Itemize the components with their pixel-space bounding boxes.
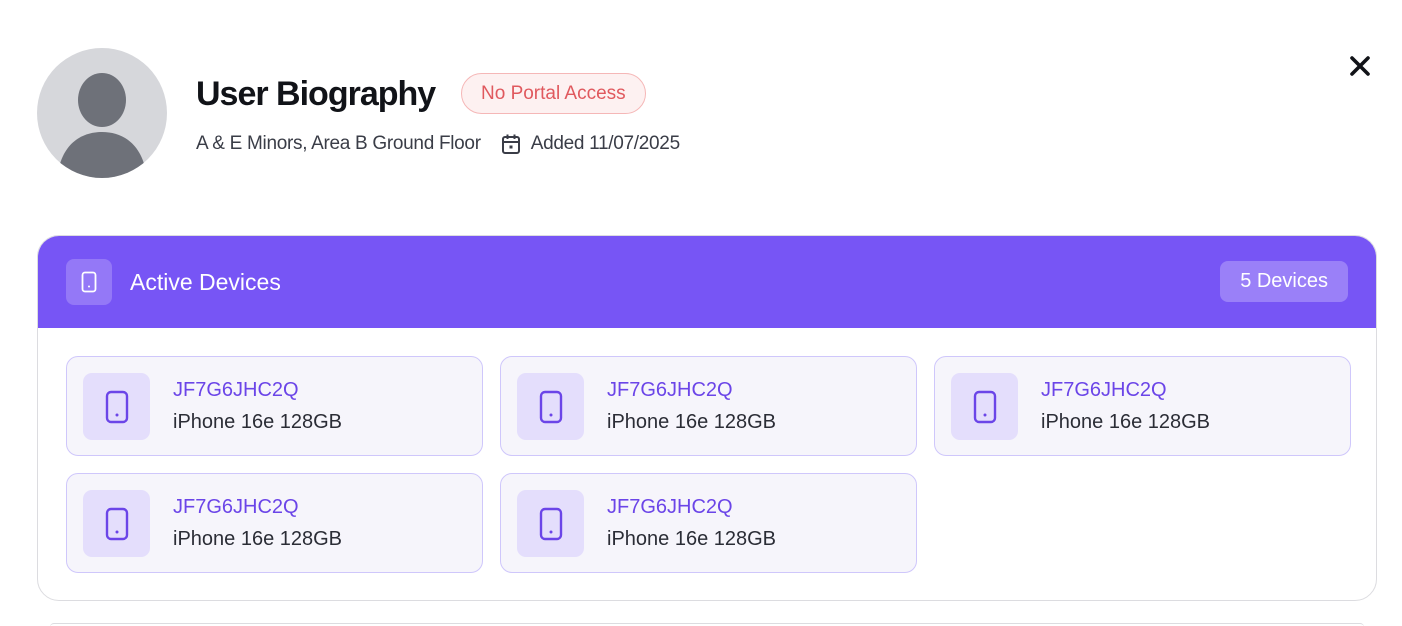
device-serial: JF7G6JHC2Q bbox=[607, 379, 733, 401]
device-model: iPhone 16e 128GB bbox=[1041, 411, 1211, 433]
active-devices-panel: Active Devices 5 Devices JF7G6JHC2Q iPho… bbox=[37, 235, 1377, 601]
device-model: iPhone 16e 128GB bbox=[607, 528, 777, 550]
calendar-icon bbox=[501, 133, 521, 155]
device-card[interactable]: JF7G6JHC2Q iPhone 16e 128GB bbox=[934, 356, 1351, 456]
close-icon[interactable] bbox=[1349, 55, 1371, 77]
profile-meta: A & E Minors, Area B Ground Floor Added … bbox=[196, 130, 680, 158]
phone-icon bbox=[951, 373, 1018, 440]
avatar bbox=[37, 48, 167, 178]
user-silhouette-icon bbox=[57, 73, 147, 178]
location-text: A & E Minors, Area B Ground Floor bbox=[196, 133, 481, 154]
device-card[interactable]: JF7G6JHC2Q iPhone 16e 128GB bbox=[500, 356, 917, 456]
phone-icon bbox=[83, 490, 150, 557]
phone-icon bbox=[66, 259, 112, 305]
device-serial: JF7G6JHC2Q bbox=[1041, 379, 1167, 401]
device-serial: JF7G6JHC2Q bbox=[173, 496, 299, 518]
added-date: Added 11/07/2025 bbox=[530, 133, 680, 154]
panel-header: Active Devices 5 Devices bbox=[38, 236, 1376, 328]
device-serial: JF7G6JHC2Q bbox=[607, 496, 733, 518]
device-card[interactable]: JF7G6JHC2Q iPhone 16e 128GB bbox=[500, 473, 917, 573]
device-count-badge: 5 Devices bbox=[1220, 261, 1348, 302]
status-badge: No Portal Access bbox=[461, 73, 646, 114]
phone-icon bbox=[517, 373, 584, 440]
phone-icon bbox=[83, 373, 150, 440]
device-card[interactable]: JF7G6JHC2Q iPhone 16e 128GB bbox=[66, 473, 483, 573]
device-model: iPhone 16e 128GB bbox=[173, 411, 343, 433]
device-model: iPhone 16e 128GB bbox=[173, 528, 343, 550]
phone-icon bbox=[517, 490, 584, 557]
device-model: iPhone 16e 128GB bbox=[607, 411, 777, 433]
panel-title: Active Devices bbox=[130, 269, 281, 295]
device-card[interactable]: JF7G6JHC2Q iPhone 16e 128GB bbox=[66, 356, 483, 456]
device-serial: JF7G6JHC2Q bbox=[173, 379, 299, 401]
page-title: User Biography bbox=[196, 75, 436, 113]
close-button[interactable] bbox=[1346, 52, 1374, 80]
